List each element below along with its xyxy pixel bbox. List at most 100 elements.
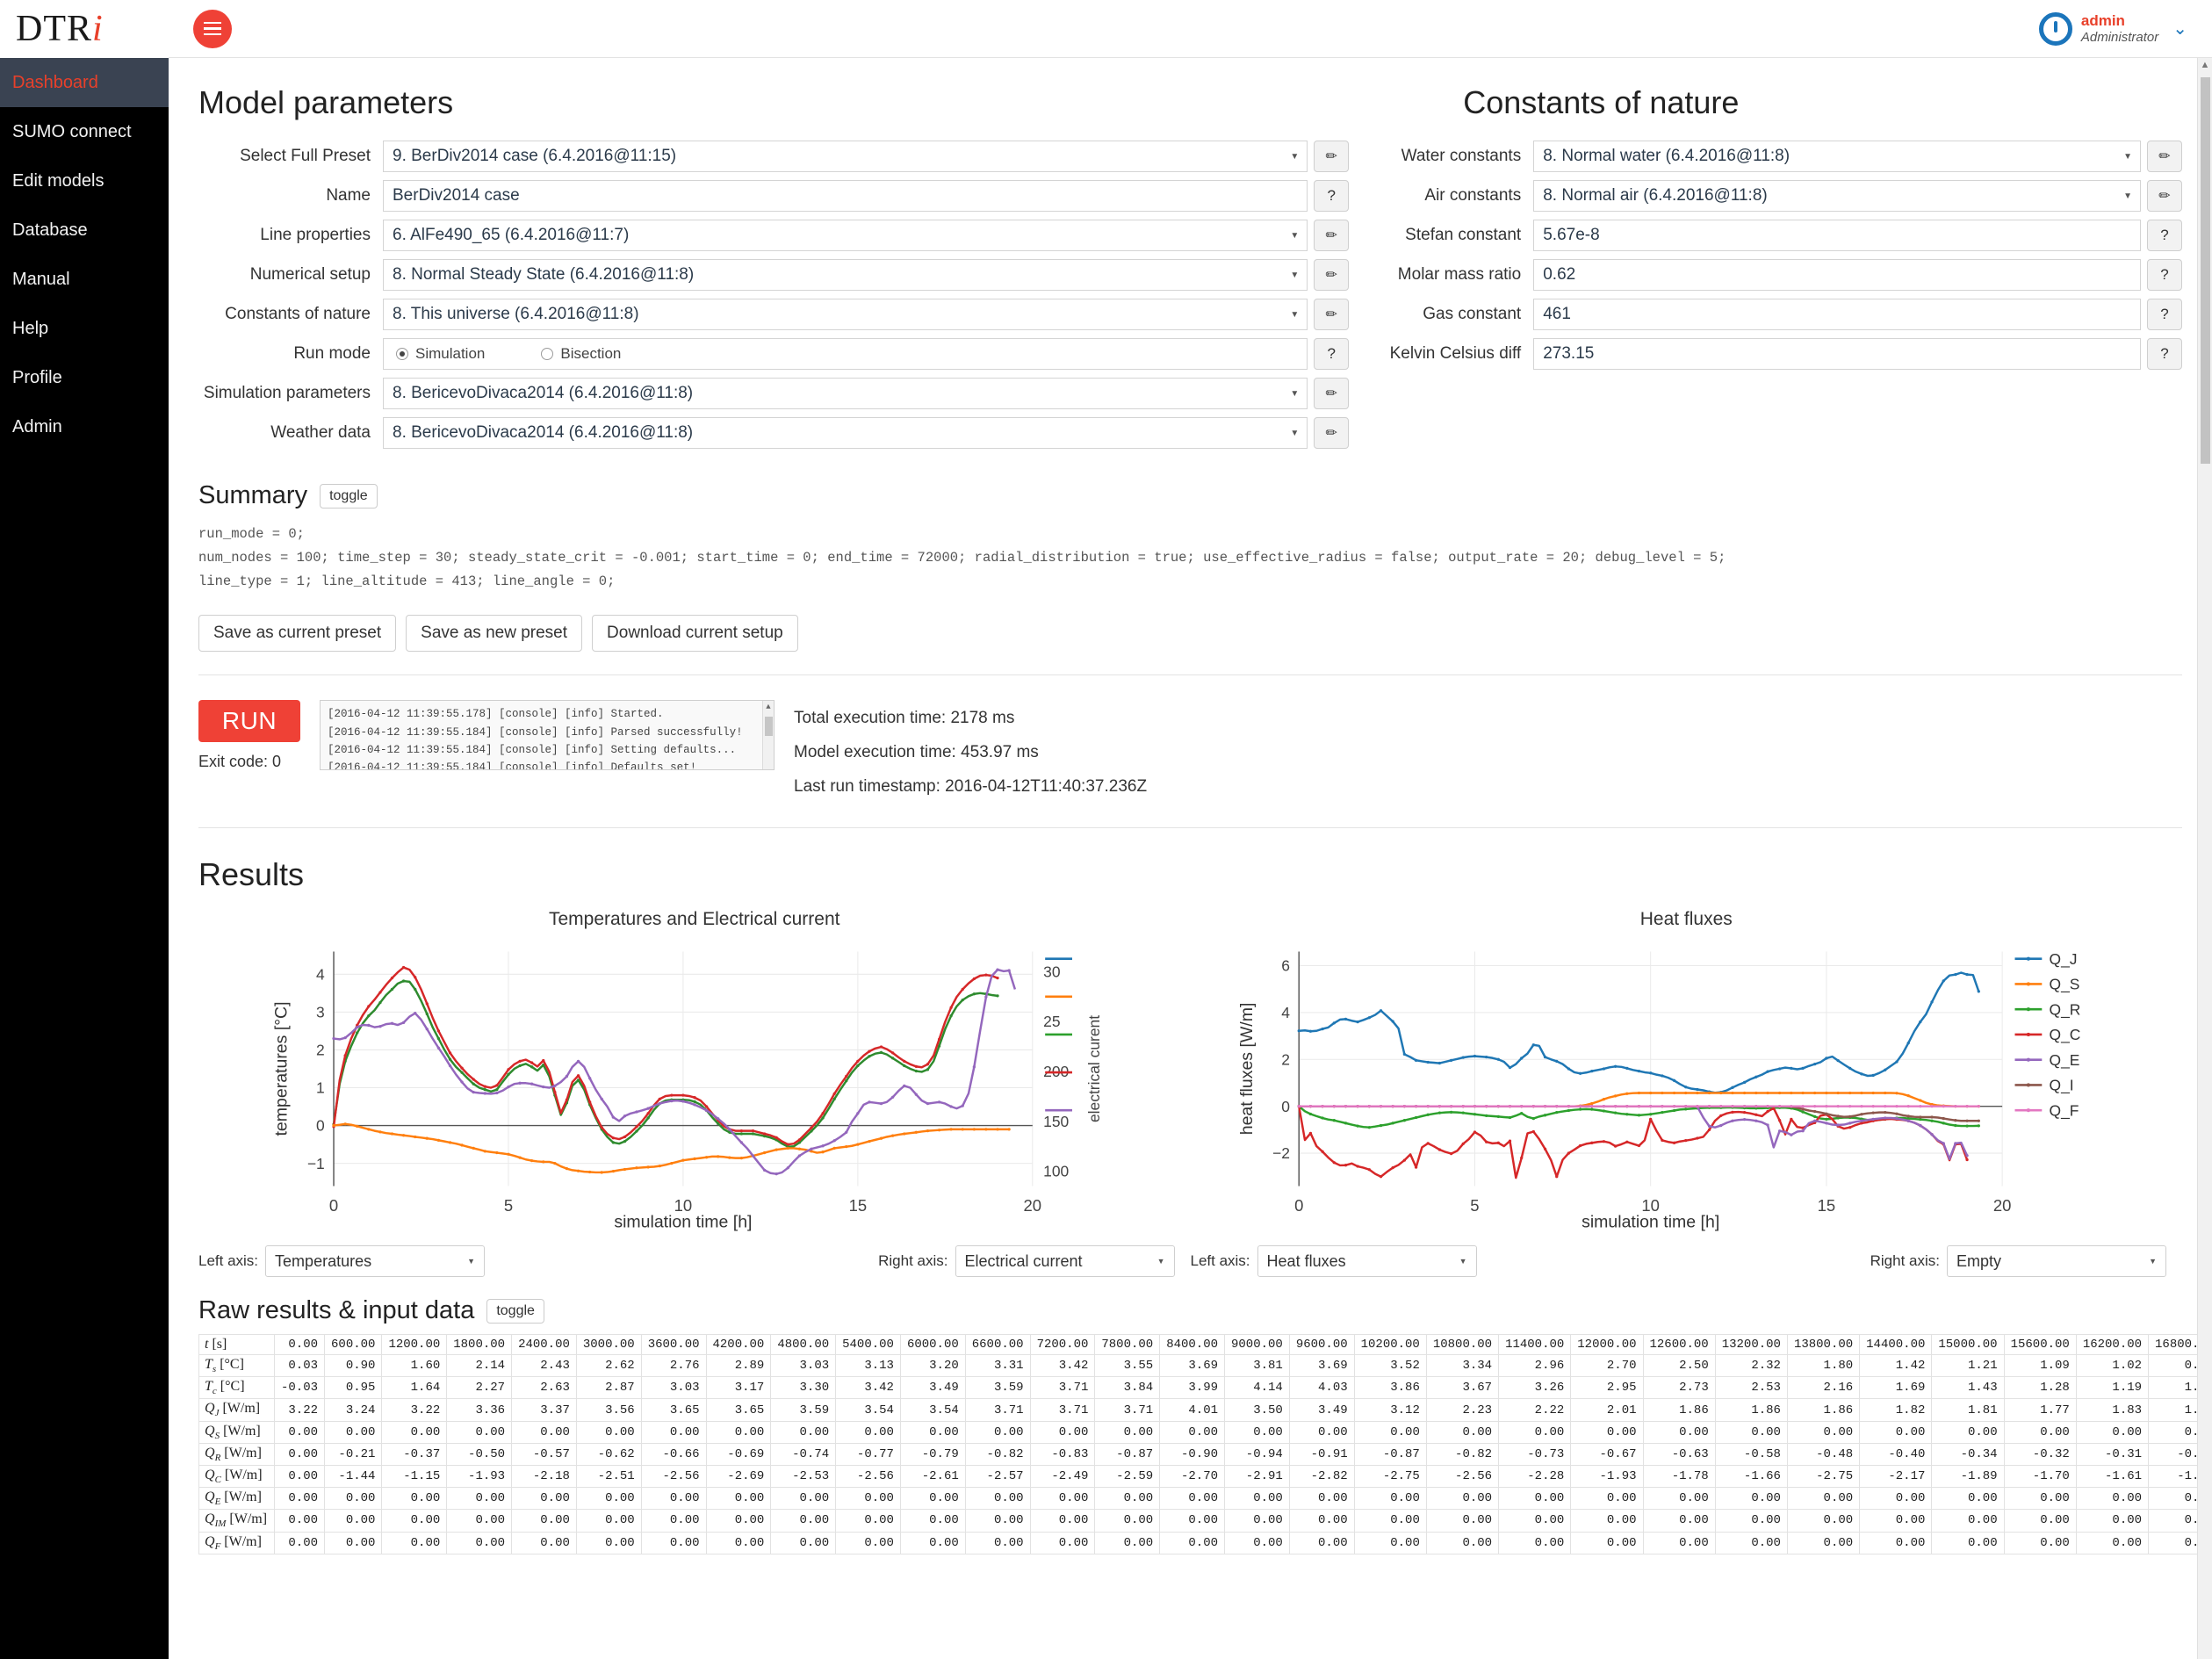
sidebar-item-label: Manual bbox=[12, 270, 70, 289]
help-icon[interactable]: ? bbox=[2146, 220, 2182, 251]
edit-pencil-icon[interactable]: ✏ bbox=[1314, 259, 1350, 291]
field-label: Name bbox=[326, 186, 371, 205]
air-constants-input[interactable]: 8. Normal air (6.4.2016@11:8) bbox=[1533, 180, 2141, 212]
brand-text: DTRi bbox=[16, 9, 104, 49]
save-as-current-preset-button[interactable]: Save as current preset bbox=[198, 615, 397, 653]
constants-of-nature-input[interactable]: 8. This universe (6.4.2016@11:8) bbox=[383, 299, 1308, 330]
radio-simulation[interactable]: Simulation bbox=[396, 345, 485, 363]
simulation-parameters-input[interactable]: 8. BericevoDivaca2014 (6.4.2016@11:8) bbox=[383, 378, 1308, 409]
table-row-label: Tc [°C] bbox=[198, 1376, 275, 1400]
chevron-down-icon[interactable]: ⌄ bbox=[2172, 18, 2187, 40]
radio-bisection[interactable]: Bisection bbox=[541, 345, 621, 363]
charts-row: Temperatures and Electrical current −1 0 1… bbox=[198, 909, 2182, 1233]
table-row: QC [W/m] 0.00 -1.44 -1.15 -1.93 -2.18 -2.51 -2.… bbox=[198, 1464, 2212, 1489]
right-axis-select-2[interactable]: Empty bbox=[1947, 1245, 2166, 1278]
right-axis-select-1[interactable]: Electrical current bbox=[955, 1245, 1175, 1278]
table-cell: 2.32 bbox=[1714, 1354, 1788, 1378]
sidebar-item-dashboard[interactable]: Dashboard bbox=[0, 58, 169, 107]
help-icon[interactable]: ? bbox=[2146, 259, 2182, 291]
table-cell: -0.87 bbox=[1094, 1442, 1161, 1466]
summary-title: Summary bbox=[198, 481, 308, 509]
field-row-kelvin-celsius-diff: Kelvin Celsius diff 273.15 ? bbox=[1366, 338, 2182, 370]
table-cell: 0.00 bbox=[511, 1509, 577, 1533]
help-icon[interactable]: ? bbox=[1314, 180, 1350, 212]
edit-pencil-icon[interactable]: ✏ bbox=[2146, 180, 2182, 212]
raw-results-toggle-button[interactable]: toggle bbox=[486, 1298, 544, 1324]
user-menu[interactable]: admin Administrator ⌄ bbox=[2038, 11, 2187, 46]
divider bbox=[198, 674, 2182, 676]
table-cell: -2.75 bbox=[1786, 1464, 1861, 1489]
help-icon[interactable]: ? bbox=[2146, 299, 2182, 330]
chart-canvas-heat-fluxes[interactable]: −202460 5 10 15 20heat fluxes [W/m]Q_JQ_SQ_R… bbox=[1191, 935, 2183, 1233]
sidebar-item-sumo-connect[interactable]: SUMO connect bbox=[0, 107, 169, 156]
gas-constant-input[interactable]: 461 bbox=[1533, 299, 2141, 330]
table-cell: 3.49 bbox=[1288, 1398, 1355, 1422]
table-cell: 0.00 bbox=[1094, 1509, 1161, 1533]
name-input[interactable]: BerDiv2014 case bbox=[383, 180, 1308, 212]
kelvin-celsius-diff-input[interactable]: 273.15 bbox=[1533, 338, 2141, 370]
table-cell: 2.53 bbox=[1714, 1376, 1788, 1400]
left-axis-select-1[interactable]: Temperatures bbox=[265, 1245, 486, 1278]
svg-text:100: 100 bbox=[1043, 1163, 1069, 1180]
download-current-setup-button[interactable]: Download current setup bbox=[592, 615, 798, 653]
table-cell: 0.00 bbox=[1931, 1487, 2005, 1511]
scroll-up-icon[interactable]: ▲ bbox=[763, 701, 774, 714]
chart-canvas-temperatures[interactable]: −1012341001502002530electrical curent0 5 1… bbox=[198, 935, 1191, 1233]
help-icon[interactable]: ? bbox=[1314, 338, 1350, 370]
left-axis-select-2[interactable]: Heat fluxes bbox=[1257, 1245, 1477, 1278]
table-cell: 3.65 bbox=[640, 1398, 707, 1422]
scroll-thumb[interactable] bbox=[765, 717, 773, 737]
hamburger-icon[interactable] bbox=[193, 9, 232, 48]
select-full-preset-input[interactable]: 9. BerDiv2014 case (6.4.2016@11:15) bbox=[383, 141, 1308, 172]
table-cell: 0.00 bbox=[1786, 1509, 1861, 1533]
summary-toggle-button[interactable]: toggle bbox=[320, 483, 378, 509]
line-properties-input[interactable]: 6. AlFe490_65 (6.4.2016@11:7) bbox=[383, 220, 1308, 251]
sidebar-item-edit-models[interactable]: Edit models bbox=[0, 156, 169, 206]
stefan-constant-input[interactable]: 5.67e-8 bbox=[1533, 220, 2141, 251]
edit-pencil-icon[interactable]: ✏ bbox=[2146, 141, 2182, 172]
edit-pencil-icon[interactable]: ✏ bbox=[1314, 299, 1350, 330]
chart-temperatures-current: Temperatures and Electrical current −1 0 1… bbox=[198, 909, 1191, 1233]
table-cell: 0.00 bbox=[705, 1420, 772, 1444]
brand-logo[interactable]: DTRi bbox=[0, 0, 169, 58]
svg-text:Q_F: Q_F bbox=[2049, 1102, 2079, 1121]
edit-pencil-icon[interactable]: ✏ bbox=[1314, 417, 1350, 449]
table-cell: 3.71 bbox=[1029, 1398, 1096, 1422]
scroll-thumb[interactable] bbox=[2201, 77, 2210, 464]
numerical-setup-input[interactable]: 8. Normal Steady State (6.4.2016@11:8) bbox=[383, 259, 1308, 291]
edit-pencil-icon[interactable]: ✏ bbox=[1314, 378, 1350, 409]
molar-mass-ratio-input[interactable]: 0.62 bbox=[1533, 259, 2141, 291]
save-as-new-preset-button[interactable]: Save as new preset bbox=[406, 615, 583, 653]
table-cell: 3.67 bbox=[1425, 1376, 1500, 1400]
table-cell: -0.79 bbox=[899, 1442, 966, 1466]
scroll-up-icon[interactable]: ▲ bbox=[2198, 58, 2212, 72]
edit-pencil-icon[interactable]: ✏ bbox=[1314, 141, 1350, 172]
table-cell: 6600.00 bbox=[964, 1334, 1031, 1356]
radio-dot-icon bbox=[541, 348, 554, 360]
sidebar-item-database[interactable]: Database bbox=[0, 206, 169, 255]
page-scrollbar[interactable]: ▲ bbox=[2197, 58, 2212, 1659]
field-row-air-constants: Air constants 8. Normal air (6.4.2016@11… bbox=[1366, 180, 2182, 212]
run-button[interactable]: RUN bbox=[198, 700, 300, 743]
svg-text:15: 15 bbox=[1817, 1196, 1835, 1215]
field-label: Water constants bbox=[1401, 147, 1522, 165]
table-cell: 4800.00 bbox=[770, 1334, 837, 1356]
sidebar-item-admin[interactable]: Admin bbox=[0, 402, 169, 451]
sidebar-item-profile[interactable]: Profile bbox=[0, 353, 169, 402]
table-cell: 0.00 bbox=[964, 1509, 1031, 1533]
help-icon[interactable]: ? bbox=[2146, 338, 2182, 370]
table-cell: 0.00 bbox=[1859, 1420, 1933, 1444]
sidebar-item-manual[interactable]: Manual bbox=[0, 255, 169, 304]
water-constants-input[interactable]: 8. Normal water (6.4.2016@11:8) bbox=[1533, 141, 2141, 172]
axis-half-left: Left axis: Temperatures Right axis: Elec… bbox=[198, 1245, 1191, 1278]
sidebar-item-help[interactable]: Help bbox=[0, 304, 169, 353]
table-cell: 0.00 bbox=[446, 1420, 513, 1444]
table-cell: 0.00 bbox=[1931, 1420, 2005, 1444]
console-scrollbar[interactable]: ▲ bbox=[762, 701, 774, 770]
console-output[interactable]: [2016-04-12 11:39:55.178] [console] [inf… bbox=[320, 700, 775, 771]
svg-text:0: 0 bbox=[316, 1117, 325, 1135]
table-cell: 1.21 bbox=[1931, 1354, 2005, 1378]
table-cell: 0.00 bbox=[381, 1509, 448, 1533]
edit-pencil-icon[interactable]: ✏ bbox=[1314, 220, 1350, 251]
weather-data-input[interactable]: 8. BericevoDivaca2014 (6.4.2016@11:8) bbox=[383, 417, 1308, 449]
